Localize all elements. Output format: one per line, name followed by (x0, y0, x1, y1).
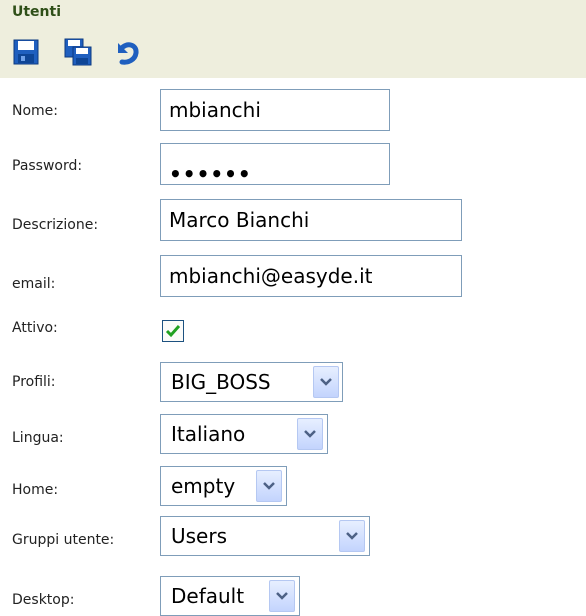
checkmark-icon (165, 325, 181, 338)
profiles-label: Profili: (12, 374, 56, 390)
page-title: Utenti (12, 4, 62, 20)
toolbar (0, 33, 586, 78)
profiles-value: BIG_BOSS (171, 370, 271, 394)
home-value: empty (171, 474, 236, 498)
language-value: Italiano (171, 422, 246, 446)
name-input[interactable] (160, 89, 390, 131)
password-mask: •••••• (169, 162, 252, 186)
header-bar: Utenti (0, 0, 586, 33)
chevron-down-icon[interactable] (269, 580, 295, 612)
user-groups-label: Gruppi utente: (12, 532, 115, 548)
desktop-label: Desktop: (12, 592, 75, 608)
active-checkbox[interactable] (162, 320, 184, 342)
home-select[interactable]: empty (160, 466, 287, 506)
chevron-down-icon[interactable] (256, 470, 282, 502)
password-field[interactable]: •••••• (160, 143, 390, 186)
description-label: Descrizione: (12, 217, 99, 233)
profiles-select[interactable]: BIG_BOSS (160, 362, 343, 402)
user-groups-value: Users (171, 524, 228, 548)
chevron-down-icon[interactable] (313, 366, 339, 398)
desktop-value: Default (171, 584, 245, 608)
active-label: Attivo: (12, 320, 58, 336)
user-groups-select[interactable]: Users (160, 516, 370, 556)
chevron-down-icon[interactable] (297, 418, 323, 450)
email-label: email: (12, 276, 56, 292)
password-label: Password: (12, 158, 83, 174)
undo-icon[interactable] (112, 38, 140, 66)
chevron-down-icon[interactable] (339, 520, 365, 552)
email-input[interactable] (160, 255, 462, 297)
save-all-icon[interactable] (64, 38, 92, 66)
description-input[interactable] (160, 199, 462, 241)
language-label: Lingua: (12, 430, 64, 446)
desktop-select[interactable]: Default (160, 576, 300, 616)
name-label: Nome: (12, 103, 59, 119)
language-select[interactable]: Italiano (160, 414, 328, 454)
save-icon[interactable] (12, 38, 40, 66)
home-label: Home: (12, 482, 59, 498)
